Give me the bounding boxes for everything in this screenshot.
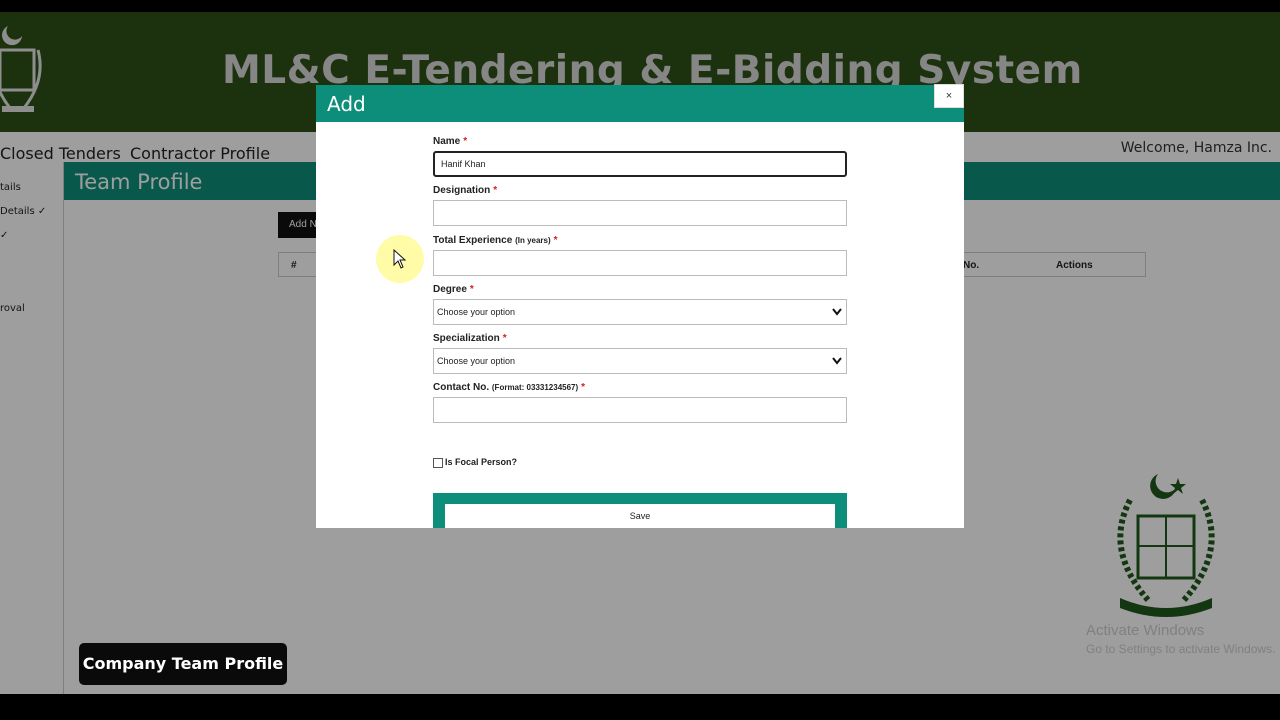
add-team-member-modal: Add Name * Hanif Khan Designation * Total … — [316, 85, 964, 528]
modal-title: Add — [327, 92, 366, 116]
degree-label: Degree * — [433, 284, 474, 295]
name-label: Name * — [433, 136, 467, 147]
specialization-label-text: Specialization — [433, 333, 500, 344]
required-mark: * — [502, 333, 507, 344]
mouse-pointer-icon — [393, 249, 407, 269]
degree-selected-value: Choose your option — [437, 307, 516, 317]
chevron-down-icon — [832, 357, 842, 365]
focal-person-checkbox[interactable] — [433, 458, 443, 468]
required-mark: * — [581, 382, 586, 393]
experience-input[interactable] — [433, 250, 847, 276]
specialization-label: Specialization * — [433, 333, 507, 344]
contact-label-text: Contact No. — [433, 382, 490, 393]
specialization-selected-value: Choose your option — [437, 356, 516, 366]
designation-label: Designation * — [433, 185, 497, 196]
contact-label: Contact No. (Format: 03331234567) * — [433, 382, 585, 393]
experience-label-text: Total Experience — [433, 235, 513, 246]
required-mark: * — [469, 284, 474, 295]
contact-input[interactable] — [433, 397, 847, 423]
name-input[interactable]: Hanif Khan — [433, 151, 847, 177]
modal-header: Add — [316, 85, 964, 122]
experience-hint: (In years) — [515, 236, 551, 245]
experience-label: Total Experience (In years) * — [433, 235, 558, 246]
chevron-down-icon — [832, 308, 842, 316]
required-mark: * — [463, 136, 468, 147]
save-button-container: Save — [433, 493, 847, 528]
contact-hint: (Format: 03331234567) — [491, 383, 579, 392]
designation-label-text: Designation — [433, 185, 491, 196]
specialization-select[interactable]: Choose your option — [433, 348, 847, 374]
required-mark: * — [553, 235, 558, 246]
degree-label-text: Degree — [433, 284, 467, 295]
app-window: ML&C E-Tendering & E-Bidding System Clos… — [0, 12, 1280, 694]
designation-input[interactable] — [433, 200, 847, 226]
close-button[interactable]: × — [934, 84, 964, 108]
name-label-text: Name — [433, 136, 461, 147]
required-mark: * — [493, 185, 498, 196]
save-button[interactable]: Save — [445, 504, 835, 528]
focal-person-label: Is Focal Person? — [445, 457, 518, 467]
video-caption: Company Team Profile — [79, 643, 287, 685]
degree-select[interactable]: Choose your option — [433, 299, 847, 325]
